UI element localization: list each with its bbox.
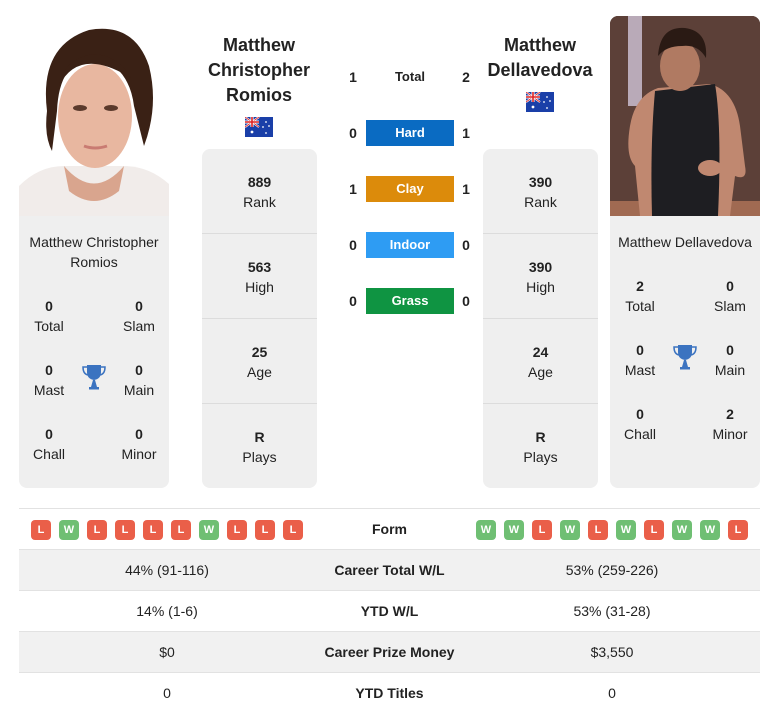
player2-titles-chall: 0 Chall (624, 406, 656, 442)
player1-stats: 889 Rank 563 High 25 Age R Plays (202, 149, 317, 488)
comparison-table: LWLLLLWLLL Form WWLWLWLWWL 44% (91-116) … (19, 508, 760, 714)
h2h-grass-row: 0 Grass 0 (340, 288, 480, 314)
player2-card-name[interactable]: Matthew Dellavedova (610, 232, 760, 252)
form-row: LWLLLLWLLL Form WWLWLWLWWL (19, 509, 760, 550)
trophy-icon (82, 365, 106, 390)
player2-titles: 2 Total 0 Slam 0 Mast 0 Main 0 Chall 2 M… (610, 276, 760, 468)
table-row: 14% (1-6) YTD W/L 53% (31-28) (19, 591, 760, 632)
form-win-badge[interactable]: W (672, 520, 692, 540)
player1-name-heading[interactable]: Matthew Christopher Romios (199, 33, 319, 108)
australia-flag-icon (245, 117, 273, 137)
form-loss-badge[interactable]: L (87, 520, 107, 540)
form-loss-badge[interactable]: L (728, 520, 748, 540)
form-loss-badge[interactable]: L (31, 520, 51, 540)
player2-titles-slam: 0 Slam (714, 278, 746, 314)
player2-photo (610, 16, 760, 216)
player2-titles-minor: 2 Minor (712, 406, 748, 442)
player1-form: LWLLLLWLLL (31, 520, 303, 540)
player1-titles-slam: 0 Slam (123, 298, 155, 334)
form-win-badge[interactable]: W (476, 520, 496, 540)
form-win-badge[interactable]: W (504, 520, 524, 540)
player1-photo (19, 16, 169, 216)
form-loss-badge[interactable]: L (255, 520, 275, 540)
surface-hard-badge[interactable]: Hard (366, 120, 454, 146)
surface-clay-badge[interactable]: Clay (366, 176, 454, 202)
table-row: $0 Career Prize Money $3,550 (19, 632, 760, 673)
player1-rank: 889 Rank (202, 149, 317, 234)
player2-titles-main: 0 Main (714, 342, 746, 378)
form-win-badge[interactable]: W (59, 520, 79, 540)
player1-card: Matthew Christopher Romios 0 Total 0 Sla… (19, 216, 169, 488)
player2-plays: R Plays (523, 429, 558, 465)
australia-flag-icon (526, 92, 554, 112)
player1-titles-chall: 0 Chall (33, 426, 65, 462)
player2-card: Matthew Dellavedova 2 Total 0 Slam 0 Mas… (610, 216, 760, 488)
player1-card-name[interactable]: Matthew Christopher Romios (19, 232, 169, 272)
table-row: 44% (91-116) Career Total W/L 53% (259-2… (19, 550, 760, 591)
surface-indoor-badge[interactable]: Indoor (366, 232, 454, 258)
form-win-badge[interactable]: W (616, 520, 636, 540)
player2-titles-total: 2 Total (625, 278, 655, 314)
form-loss-badge[interactable]: L (532, 520, 552, 540)
form-loss-badge[interactable]: L (283, 520, 303, 540)
player2-name-heading[interactable]: Matthew Dellavedova (480, 33, 600, 83)
form-label: Form (372, 521, 407, 537)
h2h-total-row: 1 Total 2 (340, 64, 480, 90)
form-loss-badge[interactable]: L (143, 520, 163, 540)
player1-titles-total: 0 Total (34, 298, 64, 334)
form-win-badge[interactable]: W (560, 520, 580, 540)
player1-age: 25 Age (202, 319, 317, 404)
player2-form: WWLWLWLWWL (476, 520, 748, 540)
h2h-indoor-row: 0 Indoor 0 (340, 232, 480, 258)
player2-stats: 390 Rank 390 High 24 Age R Plays (483, 149, 598, 488)
form-loss-badge[interactable]: L (115, 520, 135, 540)
table-row: 0 YTD Titles 0 (163, 685, 616, 701)
surface-total-label: Total (394, 69, 426, 84)
player2-titles-mast: 0 Mast (624, 342, 656, 378)
player1-titles-minor: 0 Minor (121, 426, 157, 462)
surface-grass-badge[interactable]: Grass (366, 288, 454, 314)
h2h-clay-row: 1 Clay 1 (340, 176, 480, 202)
player1-high: 563 High (202, 234, 317, 319)
form-loss-badge[interactable]: L (227, 520, 247, 540)
player1-plays: R Plays (242, 429, 277, 465)
h2h-hard-row: 0 Hard 1 (340, 120, 480, 146)
form-loss-badge[interactable]: L (644, 520, 664, 540)
player2-rank: 390 Rank (483, 149, 598, 234)
player1-titles-mast: 0 Mast (33, 362, 65, 398)
trophy-icon (673, 345, 697, 370)
form-win-badge[interactable]: W (199, 520, 219, 540)
form-win-badge[interactable]: W (700, 520, 720, 540)
form-loss-badge[interactable]: L (171, 520, 191, 540)
form-loss-badge[interactable]: L (588, 520, 608, 540)
player1-titles: 0 Total 0 Slam 0 Mast 0 Main 0 Chall 0 M… (19, 296, 169, 488)
player2-high: 390 High (483, 234, 598, 319)
player2-age: 24 Age (483, 319, 598, 404)
player1-titles-main: 0 Main (123, 362, 155, 398)
